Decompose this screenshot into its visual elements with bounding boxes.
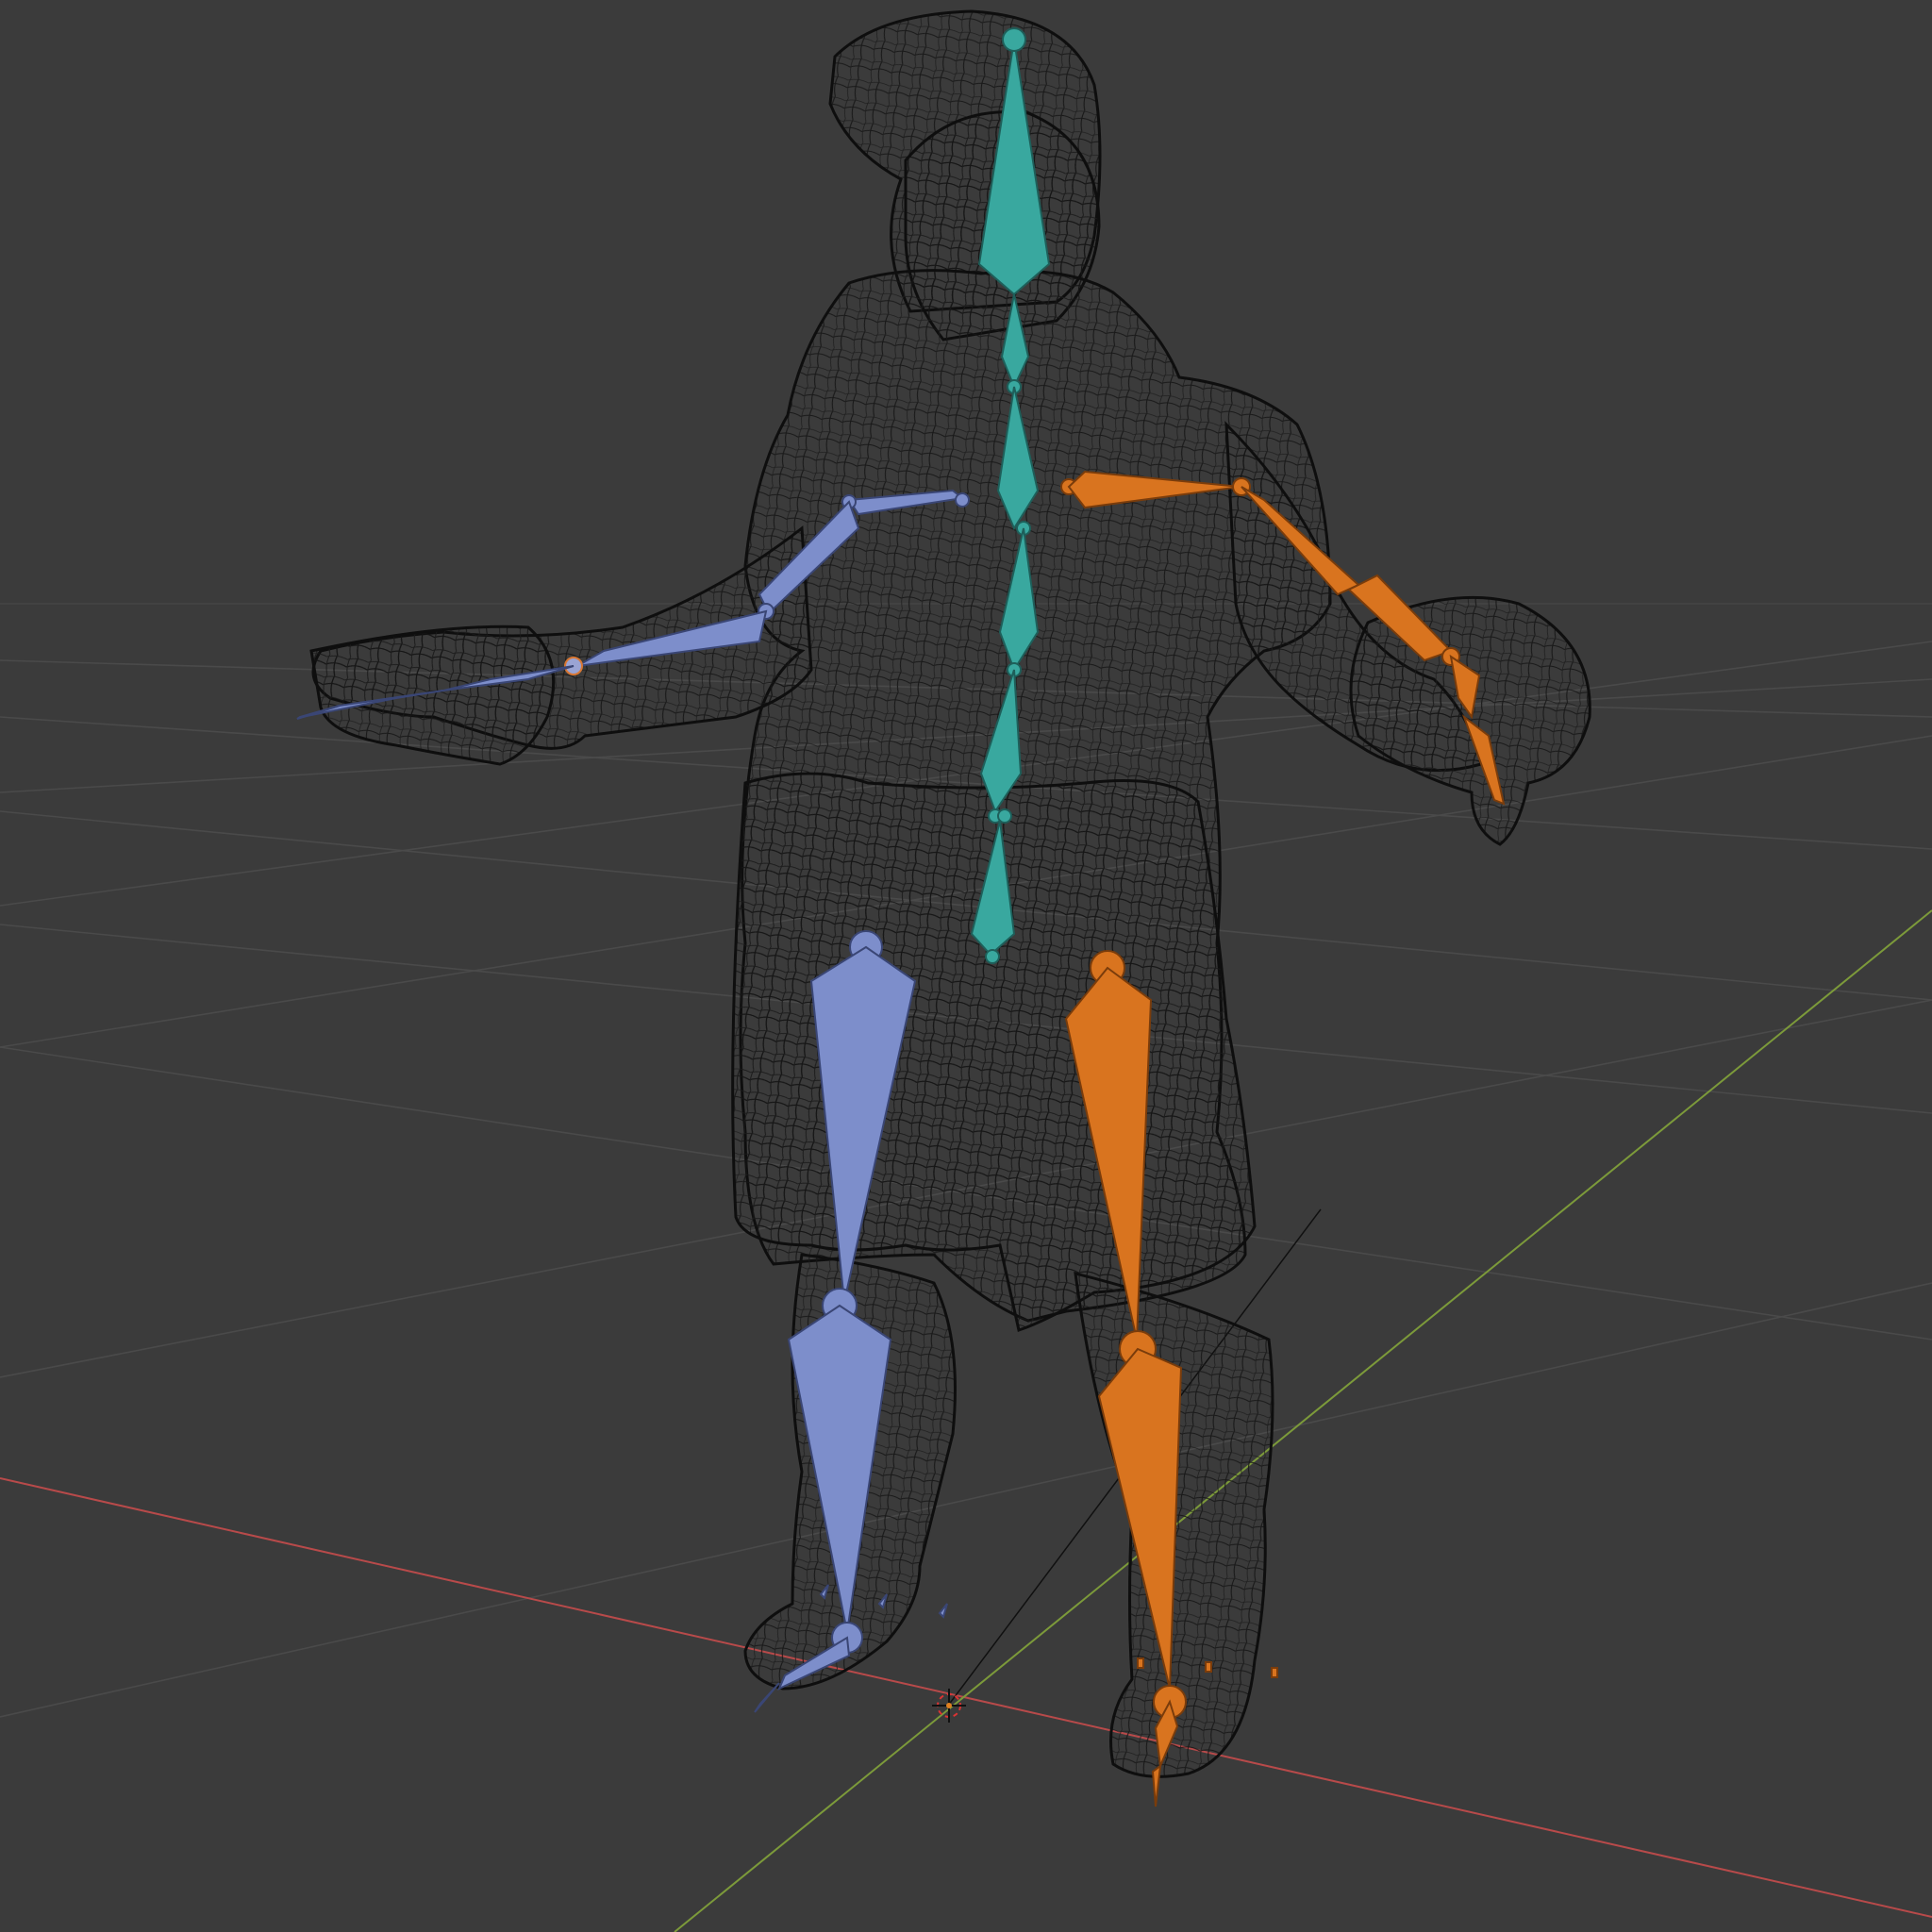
bone-joint-head-top	[1002, 27, 1026, 52]
bone-joint-shoulder-l-tip	[955, 492, 970, 508]
x-axis-line	[0, 1477, 1932, 1918]
3d-viewport[interactable]	[0, 0, 1932, 1932]
viewport-canvas[interactable]	[0, 0, 1932, 1932]
bone-heel-l-3	[938, 1603, 948, 1619]
bone-heel-r-1	[1137, 1657, 1144, 1669]
bone-joint-hips	[985, 949, 1000, 964]
bone-toe-r	[1151, 1763, 1162, 1807]
character-wireframe-mesh[interactable]	[309, 9, 1591, 1778]
bone-toe-l	[754, 1682, 780, 1713]
mesh-hand-left	[309, 625, 556, 766]
bone-heel-r-3	[1271, 1667, 1278, 1678]
bone-heel-r-2	[1205, 1661, 1212, 1673]
